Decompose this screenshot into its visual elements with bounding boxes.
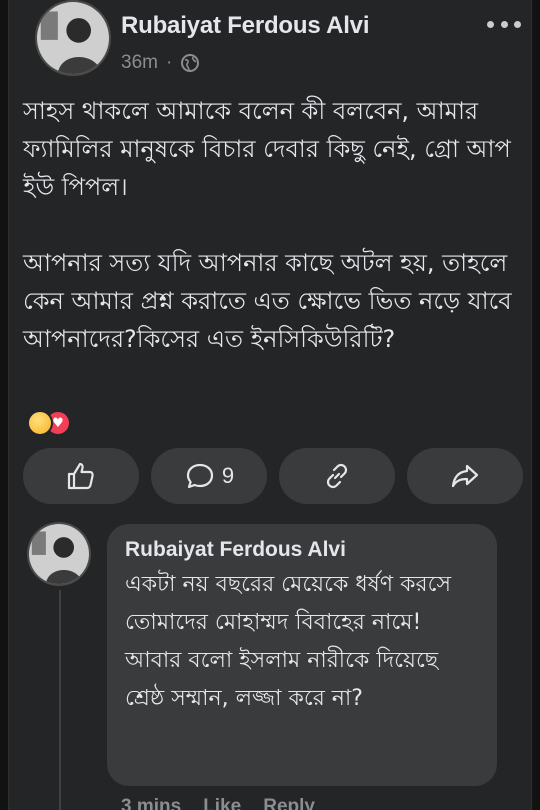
link-icon bbox=[326, 463, 348, 489]
more-horizontal-icon[interactable] bbox=[487, 14, 521, 34]
commenter-avatar[interactable] bbox=[27, 522, 91, 586]
post-body: সাহস থাকলে আমাকে বলেন কী বলবেন, আমার ফ্য… bbox=[23, 92, 523, 358]
comment-bubble[interactable]: Rubaiyat Ferdous Alvi একটা নয় বছরের মেয… bbox=[107, 524, 497, 786]
post-paragraph-1: সাহস থাকলে আমাকে বলেন কী বলবেন, আমার ফ্য… bbox=[23, 97, 511, 201]
haha-reaction-icon bbox=[27, 410, 53, 436]
comment-count: 9 bbox=[221, 463, 235, 488]
author-avatar[interactable] bbox=[35, 0, 111, 76]
comment-time[interactable]: 3 mins bbox=[121, 796, 181, 810]
post-card: Rubaiyat Ferdous Alvi 36m · সাহস থাকলে আ… bbox=[8, 0, 532, 810]
comment-author-name[interactable]: Rubaiyat Ferdous Alvi bbox=[125, 538, 479, 562]
comment-footer: 3 mins Like Reply bbox=[121, 796, 315, 810]
comment-reply-button[interactable]: Reply bbox=[263, 796, 315, 810]
meta-separator: · bbox=[165, 52, 173, 73]
action-bar: 9 bbox=[23, 448, 523, 504]
avatar-photo bbox=[37, 2, 109, 74]
post-author-name[interactable]: Rubaiyat Ferdous Alvi bbox=[121, 12, 369, 40]
comment-icon bbox=[186, 463, 213, 489]
comment-like-button[interactable]: Like bbox=[203, 796, 241, 810]
thumbs-up-icon bbox=[67, 462, 94, 490]
like-button[interactable] bbox=[23, 448, 139, 504]
post-timestamp[interactable]: 36m bbox=[121, 52, 158, 74]
globe-icon bbox=[181, 54, 200, 72]
copy-link-button[interactable] bbox=[279, 448, 395, 504]
post-paragraph-2: আপনার সত্য যদি আপনার কাছে অটল হয়, তাহলে… bbox=[23, 249, 512, 353]
share-button[interactable] bbox=[407, 448, 523, 504]
comment-text: একটা নয় বছরের মেয়েকে ধর্ষণ করসে তোমাদে… bbox=[125, 572, 451, 711]
comment-button[interactable]: 9 bbox=[151, 448, 267, 504]
reaction-summary[interactable]: ♥ bbox=[27, 410, 77, 438]
commenter-avatar-photo bbox=[29, 524, 89, 584]
comment-thread-line bbox=[59, 590, 61, 810]
post-meta: 36m · bbox=[121, 52, 200, 74]
share-arrow-icon bbox=[451, 464, 479, 488]
